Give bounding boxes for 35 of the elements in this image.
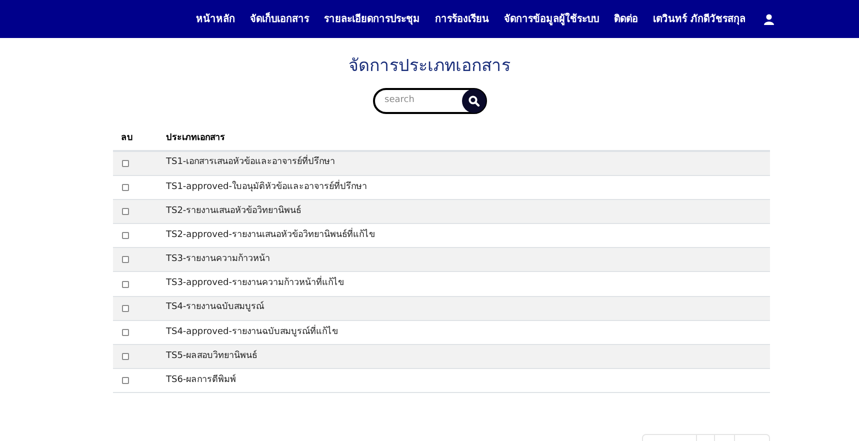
user-icon[interactable]	[764, 14, 774, 24]
search-icon	[468, 94, 480, 106]
search-input[interactable]: search	[384, 94, 444, 108]
delete-checkbox[interactable]	[122, 304, 129, 312]
table-cell: TS3-approved-รายงานความก้าวหน้าที่แก้ไข	[166, 277, 344, 291]
table-cell-text: TS3-รายงานความก้าวหน้า	[166, 253, 270, 266]
delete-checkbox[interactable]	[122, 353, 129, 360]
column-header: ประเภทเอกสาร	[166, 132, 225, 145]
delete-checkbox[interactable]	[122, 328, 129, 336]
delete-checkbox[interactable]	[122, 208, 129, 215]
table-cell-text: TS5-ผลสอบวิทยานิพนธ์	[166, 350, 258, 363]
nav-link[interactable]: เตวินทร์ ภักดีวัชรสกุล	[653, 12, 746, 26]
table-cell-text: TS4-รายงานฉบับสมบูรณ์	[166, 301, 264, 314]
table-cell-text: TS4-approved-รายงานฉบับสมบูรณ์ที่แก้ไข	[166, 326, 338, 339]
delete-checkbox[interactable]	[122, 280, 129, 288]
delete-checkbox[interactable]	[122, 256, 129, 264]
nav-link[interactable]: การร้องเรียน	[435, 12, 489, 26]
page-title: จัดการประเภทเอกสาร	[348, 55, 510, 78]
nav-link[interactable]: จัดการข้อมูลผู้ใช้ระบบ	[504, 12, 599, 26]
table-cell: TS1-เอกสารเสนอหัวข้อและอาจารย์ที่ปรึกษา	[166, 156, 336, 170]
table-cell-text: TS1-approved-ใบอนุมัติหัวข้อและอาจารย์ที่ปรึกษา	[166, 180, 367, 194]
table-cell-text: TS6-ผลการตีพิมพ์	[166, 374, 236, 388]
nav-link[interactable]: ติดต่อ	[614, 12, 638, 26]
table-cell-text: TS2-approved-รายงานเสนอหัวข้อวิทยานิพนธ์ที่แก้ไข	[166, 228, 375, 242]
search-field[interactable]: search	[372, 88, 486, 114]
delete-checkbox[interactable]	[122, 377, 129, 384]
nav-link[interactable]: หน้าหลัก	[196, 12, 235, 26]
nav-link[interactable]: จัดเก็บเอกสาร	[250, 12, 309, 26]
column-header: ลบ	[120, 132, 134, 145]
delete-checkbox[interactable]	[122, 160, 129, 167]
delete-checkbox[interactable]	[122, 184, 129, 191]
nav-link[interactable]: รายละเอียดการประชุม	[324, 12, 420, 26]
delete-checkbox[interactable]	[122, 232, 129, 240]
search-button[interactable]	[462, 88, 486, 112]
table-cell-text: TS2-รายงานเสนอหัวข้อวิทยานิพนธ์	[166, 204, 302, 218]
